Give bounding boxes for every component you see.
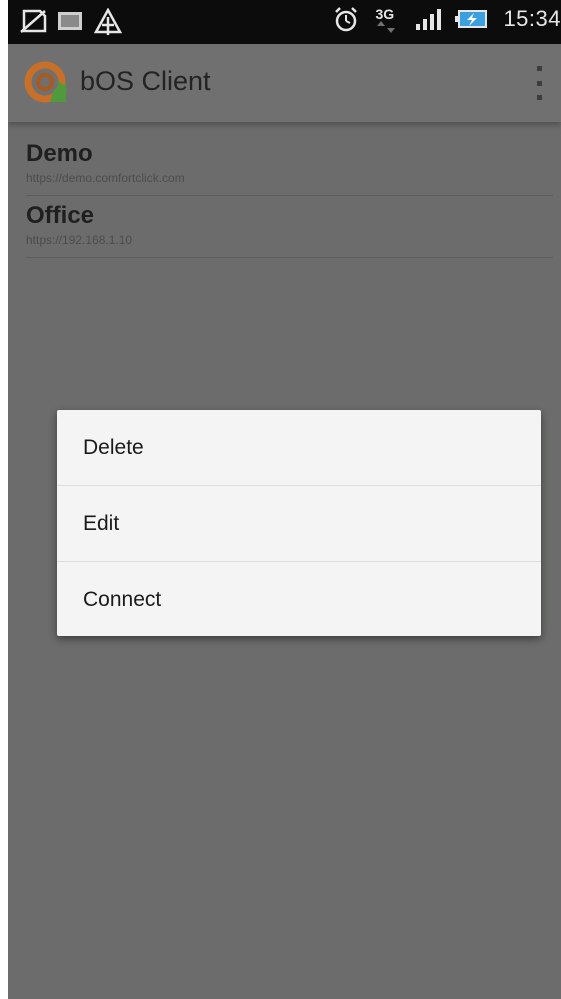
server-url: https://192.168.1.10: [26, 233, 133, 247]
server-name: Office: [26, 202, 95, 229]
connect-menu-item[interactable]: Connect: [57, 562, 541, 637]
list-divider: [26, 257, 553, 258]
alert-icon: [93, 7, 123, 35]
network-type-label: 3G: [375, 6, 395, 22]
alarm-icon: [333, 6, 361, 32]
app-screen: 3G 15:34 bOS Client Demo https://demo.co…: [8, 0, 561, 999]
action-bar: bOS Client: [8, 44, 561, 122]
app-title: bOS Client: [80, 66, 211, 96]
edit-menu-item[interactable]: Edit: [57, 486, 541, 561]
3g-data-icon: 3G: [375, 6, 399, 33]
server-name: Demo: [26, 140, 93, 167]
signal-icon: [413, 6, 442, 32]
status-time: 15:34: [503, 6, 561, 31]
battery-charging-icon: [455, 6, 489, 32]
context-menu: Delete Edit Connect: [57, 410, 541, 636]
no-sim-icon: [18, 8, 47, 34]
overflow-menu-icon[interactable]: [533, 66, 545, 100]
server-url: https://demo.comfortclick.com: [26, 171, 185, 185]
list-divider: [26, 195, 553, 196]
status-bar: 3G 15:34: [8, 0, 561, 44]
server-item-demo[interactable]: Demo https://demo.comfortclick.com: [8, 138, 561, 200]
bos-logo-icon: [24, 60, 70, 106]
server-list: Demo https://demo.comfortclick.com Offic…: [8, 138, 561, 262]
server-item-office[interactable]: Office https://192.168.1.10: [8, 200, 561, 262]
delete-menu-item[interactable]: Delete: [57, 410, 541, 485]
message-icon: [56, 8, 84, 34]
